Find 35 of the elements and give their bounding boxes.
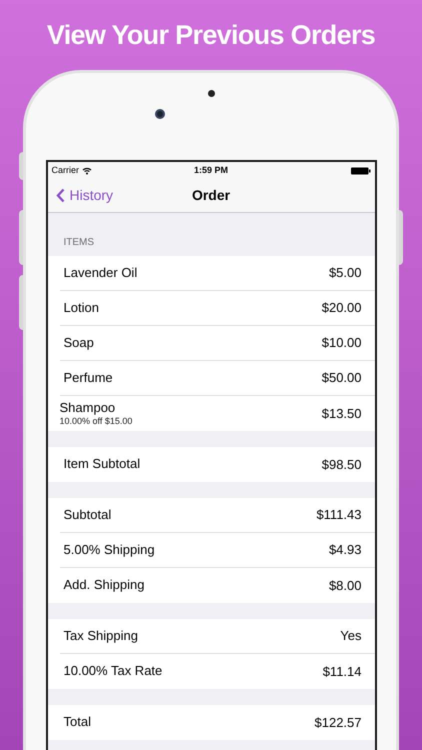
- row-value: Yes: [340, 627, 362, 646]
- back-chevron-icon: [56, 188, 64, 203]
- row-label: Total: [64, 714, 91, 731]
- row-label: 5.00% Shipping: [64, 542, 155, 558]
- battery-icon: [350, 166, 370, 174]
- nav-title: Order: [192, 186, 230, 205]
- camera-icon: [155, 109, 165, 119]
- back-button[interactable]: History: [56, 185, 114, 206]
- row-note: 10.00% off $15.00: [60, 416, 132, 428]
- row-label: Lotion: [64, 300, 99, 316]
- row-label: Perfume: [64, 370, 113, 386]
- row-value: $10.00: [322, 334, 362, 352]
- headline: View Your Previous Orders: [46, 18, 376, 52]
- row-value: $11.14: [322, 662, 362, 681]
- row-label: Shampoo: [60, 400, 116, 416]
- row-value: $111.43: [316, 506, 362, 524]
- row-value: $13.50: [322, 404, 362, 423]
- row-label: Subtotal: [64, 506, 112, 524]
- section-header: ITEMS: [64, 236, 94, 250]
- row-label: Soap: [64, 334, 94, 352]
- row-label: Add. Shipping: [64, 577, 144, 594]
- wifi-icon: [82, 166, 92, 174]
- row-value: $20.00: [322, 299, 362, 318]
- row-value: $98.50: [322, 456, 362, 474]
- carrier-label: Carrier: [52, 164, 80, 177]
- row-value: $5.00: [328, 264, 362, 282]
- row-label: Tax Shipping: [64, 628, 138, 644]
- row-value: $122.57: [314, 714, 362, 732]
- row-label: Item Subtotal: [64, 456, 140, 473]
- row-label: 10.00% Tax Rate: [64, 663, 162, 680]
- row-label: Lavender Oil: [64, 264, 138, 282]
- row-value: $4.93: [328, 541, 362, 560]
- row-value: $8.00: [328, 576, 362, 595]
- status-time: 1:59 PM: [194, 164, 228, 177]
- row-value: $50.00: [322, 369, 362, 388]
